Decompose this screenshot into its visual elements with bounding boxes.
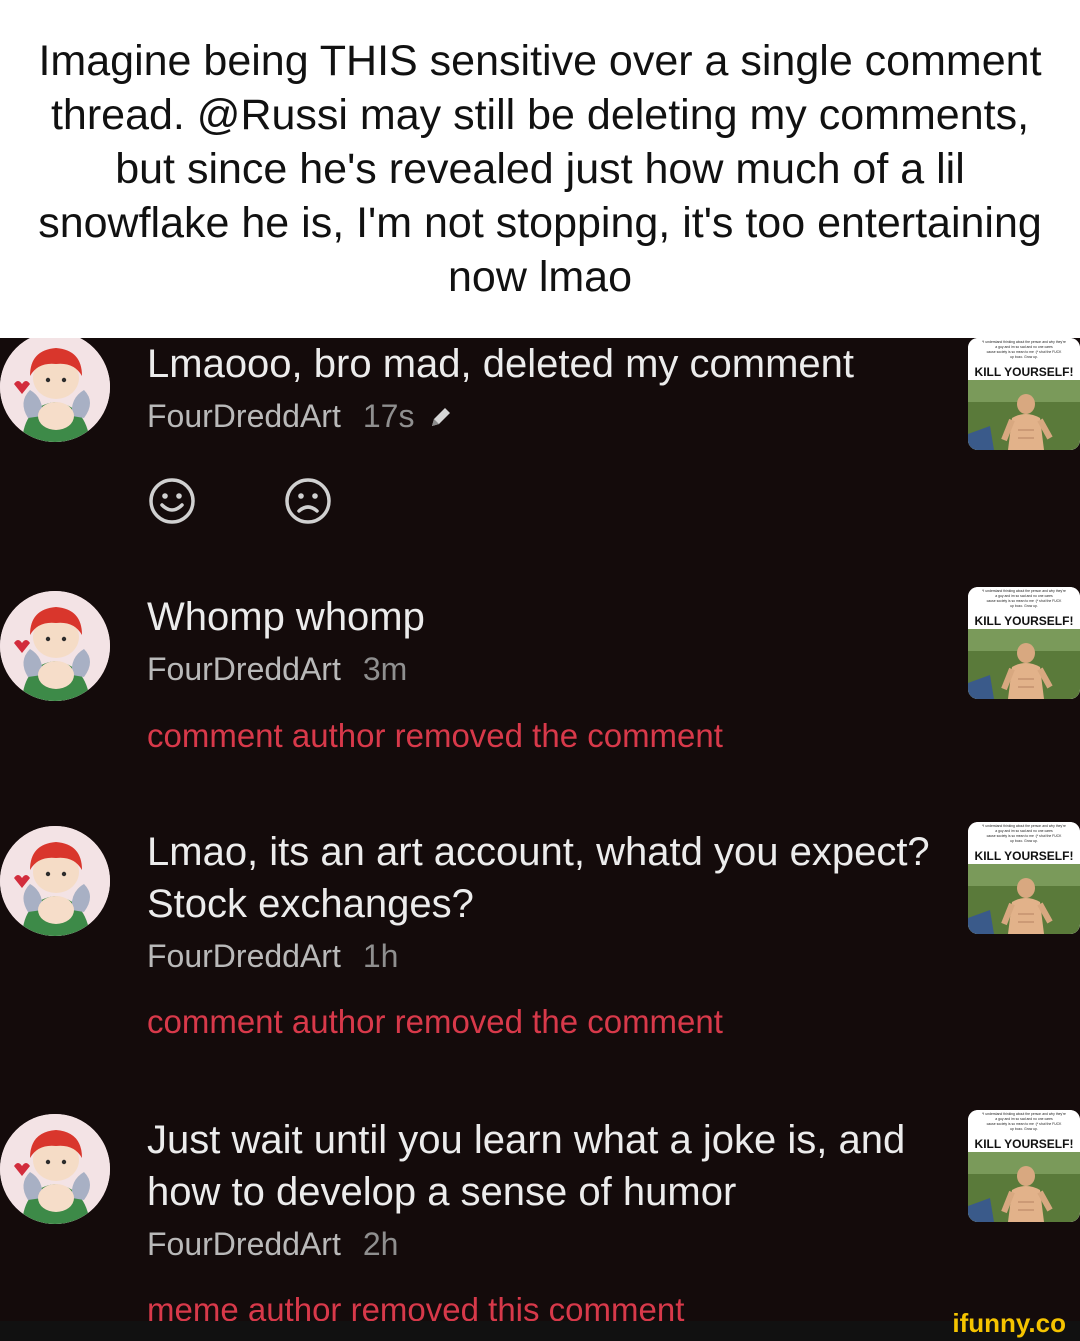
thumbnail-headline: KILL YOURSELF! (975, 614, 1074, 628)
thumbnail-caption-line: cause society is so mean to me :(* shut … (987, 834, 1063, 838)
thumbnail-caption-line: *I understand thinking about the person … (982, 1112, 1066, 1116)
meme-thumbnail[interactable]: *I understand thinking about the person … (968, 822, 1080, 934)
thumbnail-caption-line: a guy and im so sad and no one cares (995, 345, 1053, 349)
thumbnail-caption-line: up bozo. Grow up. (1010, 355, 1038, 359)
smile-icon[interactable] (147, 476, 197, 531)
avatar[interactable] (0, 1114, 110, 1224)
comment-time: 17s (362, 398, 415, 434)
avatar[interactable] (0, 826, 110, 936)
thumbnail-caption-line: *I understand thinking about the person … (982, 589, 1066, 593)
thumbnail-caption-line: a guy and im so sad and no one cares (995, 594, 1053, 598)
comment-text: Whomp whomp (147, 595, 425, 639)
frown-icon[interactable] (283, 476, 333, 531)
thumbnail-caption-line: cause society is so mean to me :(* shut … (987, 599, 1063, 603)
caption-text: Imagine being THIS sensitive over a sing… (38, 37, 1042, 301)
meme-thumbnail[interactable]: *I understand thinking about the person … (968, 587, 1080, 699)
thumbnail-headline: KILL YOURSELF! (975, 1137, 1074, 1151)
comments-panel[interactable]: Lmaooo, bro mad, deleted my comment Four… (0, 338, 1080, 1341)
avatar[interactable] (0, 591, 110, 701)
comment-time: 1h (362, 938, 399, 974)
thumbnail-headline: KILL YOURSELF! (975, 849, 1074, 863)
thumbnail-caption-line: cause society is so mean to me :(* shut … (987, 1122, 1063, 1126)
removed-notice: comment author removed the comment (147, 1003, 723, 1040)
comment-author[interactable]: FourDreddArt (147, 651, 341, 687)
comment-meta: FourDreddArt 17s (147, 396, 454, 439)
thumbnail-caption-line: up bozo. Grow up. (1010, 839, 1038, 843)
caption-header: Imagine being THIS sensitive over a sing… (0, 0, 1080, 338)
thumbnail-caption-line: a guy and im so sad and no one cares (995, 1117, 1053, 1121)
comment-meta: FourDreddArt 3m (147, 649, 407, 689)
thumbnail-caption-line: cause society is so mean to me :(* shut … (987, 350, 1063, 354)
reaction-row (147, 476, 333, 531)
thumbnail-caption-line: up bozo. Grow up. (1010, 604, 1038, 608)
comment-time: 3m (362, 651, 408, 687)
footer-bar: ifunny.co (0, 1308, 1080, 1341)
comment-text: Lmao, its an art account, whatd you expe… (147, 830, 930, 926)
thumbnail-caption-line: a guy and im so sad and no one cares (995, 829, 1053, 833)
comment-time: 2h (362, 1226, 399, 1262)
meme-thumbnail[interactable]: *I understand thinking about the person … (968, 1110, 1080, 1222)
meme-thumbnail[interactable]: *I understand thinking about the person … (968, 338, 1080, 450)
comment-author[interactable]: FourDreddArt (147, 938, 341, 974)
ifunny-watermark: ifunny.co (952, 1308, 1066, 1338)
removed-notice: comment author removed the comment (147, 717, 723, 754)
comment-author[interactable]: FourDreddArt (147, 398, 341, 434)
comment-text: Lmaooo, bro mad, deleted my comment (147, 342, 855, 386)
comment-text: Just wait until you learn what a joke is… (147, 1118, 906, 1214)
comment-meta: FourDreddArt 2h (147, 1224, 398, 1264)
thumbnail-caption-line: *I understand thinking about the person … (982, 340, 1066, 344)
thumbnail-caption-line: up bozo. Grow up. (1010, 1127, 1038, 1131)
avatar[interactable] (0, 338, 110, 442)
thumbnail-caption-line: *I understand thinking about the person … (982, 824, 1066, 828)
comment-meta: FourDreddArt 1h (147, 936, 398, 976)
thumbnail-headline: KILL YOURSELF! (975, 365, 1074, 379)
pencil-icon[interactable] (428, 399, 454, 439)
comment-author[interactable]: FourDreddArt (147, 1226, 341, 1262)
